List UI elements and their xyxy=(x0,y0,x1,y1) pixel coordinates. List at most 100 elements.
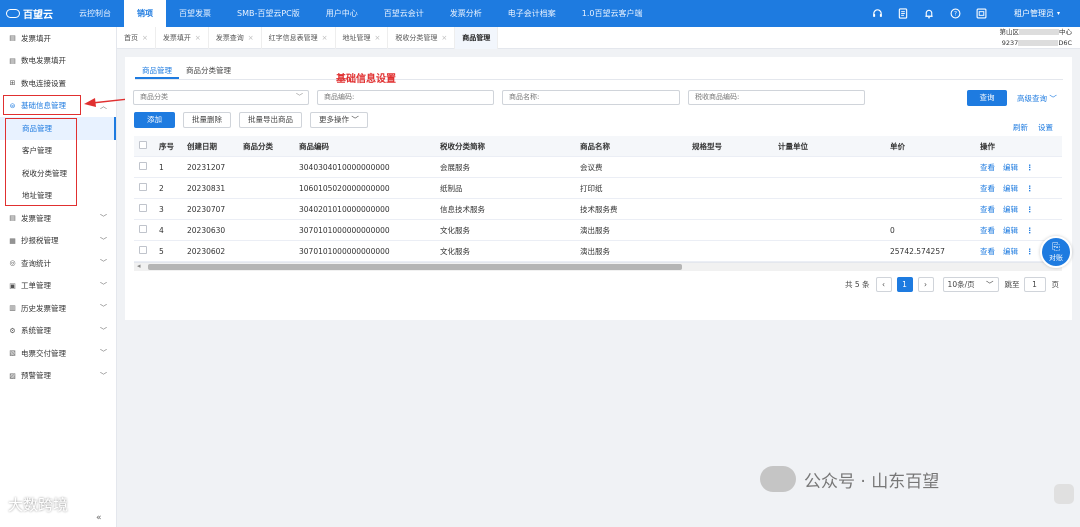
edit-link[interactable]: 编辑 xyxy=(1003,226,1018,235)
settings-link[interactable]: 设置 xyxy=(1038,122,1053,133)
more-options-icon[interactable]: ⋮ xyxy=(1026,247,1034,256)
top-nav-bar: 百望云 云控制台 销项 百望发票 SMB-百望云PC版 用户中心 百望云会计 发… xyxy=(0,0,1080,27)
sidebar-item-invoice-issue[interactable]: ▤ 发票填开 xyxy=(0,27,116,50)
page-size-select[interactable]: 10条/页 ﹀ xyxy=(942,277,999,292)
table-cell-code: 3040304010000000000 xyxy=(299,162,390,172)
reconcile-float-button[interactable]: ⎘ 对账 xyxy=(1040,236,1072,268)
table-cell-tax: 会展服务 xyxy=(440,162,470,172)
view-link[interactable]: 查看 xyxy=(980,205,995,214)
collapse-sidebar-icon[interactable]: « xyxy=(96,513,102,523)
close-icon[interactable]: × xyxy=(441,34,447,42)
user-menu[interactable]: 租户管理员 ▾ xyxy=(994,0,1080,27)
headset-icon[interactable] xyxy=(864,0,890,27)
add-button[interactable]: 添加 xyxy=(134,112,175,128)
close-icon[interactable]: × xyxy=(248,34,254,42)
nav-client-1[interactable]: 1.0百望云客户端 xyxy=(569,0,656,27)
close-icon[interactable]: × xyxy=(142,34,148,42)
next-page-button[interactable]: › xyxy=(917,277,934,292)
bell-icon[interactable] xyxy=(916,0,942,27)
product-code-input[interactable]: 商品编码: xyxy=(317,90,494,105)
scroll-left-icon[interactable]: ◂ xyxy=(137,262,141,270)
row-checkbox[interactable] xyxy=(139,204,147,212)
help-icon[interactable]: ? xyxy=(942,0,968,27)
calendar-icon[interactable] xyxy=(968,0,994,27)
tab-home[interactable]: 首页 × xyxy=(117,26,156,49)
tab-red-info[interactable]: 红字信息表管理 × xyxy=(262,26,336,49)
pagination: 共 5 条 ‹ 1 › 10条/页 ﹀ 跳至 1 页 xyxy=(845,277,1059,292)
table-row: 2 20230831 1060105020000000000 纸制品 打印纸 查看 编辑 ⋮ xyxy=(134,178,1062,199)
tab-label: 地址管理 xyxy=(342,33,371,42)
nav-accounting[interactable]: 百望云会计 xyxy=(371,0,437,27)
sidebar-item-ticket[interactable]: ▣ 工单管理 ﹀ xyxy=(0,275,116,298)
row-checkbox[interactable] xyxy=(139,183,147,191)
product-category-select[interactable]: 商品分类 ﹀ xyxy=(133,90,309,105)
tax-code-input[interactable]: 税收商品编码: xyxy=(688,90,865,105)
sidebar-item-tax-filing[interactable]: ▦ 抄报税管理 ﹀ xyxy=(0,230,116,253)
row-checkbox[interactable] xyxy=(139,246,147,254)
sidebar-item-customer-management[interactable]: 客户管理 xyxy=(0,140,116,163)
view-link[interactable]: 查看 xyxy=(980,247,995,256)
edit-link[interactable]: 编辑 xyxy=(1003,205,1018,214)
edit-link[interactable]: 编辑 xyxy=(1003,247,1018,256)
page-number-current[interactable]: 1 xyxy=(896,277,913,292)
sidebar-item-invoice-management[interactable]: ▤ 发票管理 ﹀ xyxy=(0,207,116,230)
tab-invoice-query[interactable]: 发票查询 × xyxy=(209,26,262,49)
select-all-checkbox[interactable] xyxy=(139,141,147,149)
more-options-icon[interactable]: ⋮ xyxy=(1026,226,1034,235)
more-options-icon[interactable]: ⋮ xyxy=(1026,184,1034,193)
view-link[interactable]: 查看 xyxy=(980,163,995,172)
jump-page-input[interactable]: 1 xyxy=(1023,277,1046,292)
edit-link[interactable]: 编辑 xyxy=(1003,163,1018,172)
tab-tax-category[interactable]: 税收分类管理 × xyxy=(388,26,456,49)
tab-address[interactable]: 地址管理 × xyxy=(336,26,389,49)
tenant-id-prefix: 9237 xyxy=(1001,39,1019,47)
document-icon[interactable] xyxy=(890,0,916,27)
tab-product-management[interactable]: 商品管理 xyxy=(135,63,179,79)
tab-product-category[interactable]: 商品分类管理 xyxy=(179,63,238,79)
table-cell-name: 会议费 xyxy=(580,162,603,172)
sidebar-item-tax-category[interactable]: 税收分类管理 xyxy=(0,162,116,185)
nav-sales[interactable]: 销项 xyxy=(124,0,166,27)
app-logo[interactable]: 百望云 xyxy=(0,0,66,27)
nav-console[interactable]: 云控制台 xyxy=(66,0,124,27)
batch-delete-button[interactable]: 批量删除 xyxy=(183,112,231,128)
query-button[interactable]: 查询 xyxy=(967,90,1007,106)
refresh-link[interactable]: 刷新 xyxy=(1013,122,1028,133)
view-link[interactable]: 查看 xyxy=(980,226,995,235)
sidebar-item-product-management[interactable]: 商品管理 xyxy=(0,117,116,140)
column-header: 单价 xyxy=(890,141,905,151)
sidebar-item-alert[interactable]: ▨ 预警管理 ﹀ xyxy=(0,365,116,388)
nav-invoice-analysis[interactable]: 发票分析 xyxy=(437,0,495,27)
prev-page-button[interactable]: ‹ xyxy=(875,277,892,292)
column-header: 商品名称 xyxy=(580,141,610,151)
tab-invoice-issue[interactable]: 发票填开 × xyxy=(156,26,209,49)
sidebar-item-system[interactable]: ⚙ 系统管理 ﹀ xyxy=(0,320,116,343)
sidebar-item-e-delivery[interactable]: ▧ 电票交付管理 ﹀ xyxy=(0,342,116,365)
nav-baiwang-invoice[interactable]: 百望发票 xyxy=(166,0,224,27)
nav-e-archive[interactable]: 电子会计档案 xyxy=(495,0,569,27)
sidebar-item-digital-invoice[interactable]: ▤ 数电发票填开 xyxy=(0,50,116,73)
row-checkbox[interactable] xyxy=(139,225,147,233)
more-options-icon[interactable]: ⋮ xyxy=(1026,163,1034,172)
nav-smb-pc[interactable]: SMB-百望云PC版 xyxy=(224,0,313,27)
sidebar-item-address[interactable]: 地址管理 xyxy=(0,185,116,208)
row-checkbox[interactable] xyxy=(139,162,147,170)
sidebar-item-history-invoice[interactable]: ▥ 历史发票管理 ﹀ xyxy=(0,297,116,320)
scrollbar-thumb[interactable] xyxy=(148,264,682,270)
close-icon[interactable]: × xyxy=(322,34,328,42)
view-link[interactable]: 查看 xyxy=(980,184,995,193)
nav-user-center[interactable]: 用户中心 xyxy=(313,0,371,27)
tab-label: 发票查询 xyxy=(215,33,244,42)
batch-export-button[interactable]: 批量导出商品 xyxy=(239,112,302,128)
tab-product[interactable]: 商品管理 xyxy=(455,26,499,49)
edit-link[interactable]: 编辑 xyxy=(1003,184,1018,193)
product-name-input[interactable]: 商品名称: xyxy=(502,90,680,105)
horizontal-scrollbar[interactable]: ◂ xyxy=(134,262,1062,271)
more-actions-button[interactable]: 更多操作 ﹀ xyxy=(310,112,368,128)
close-icon[interactable]: × xyxy=(195,34,201,42)
close-icon[interactable]: × xyxy=(375,34,381,42)
advanced-query-link[interactable]: 高级查询 ﹀ xyxy=(1017,93,1057,104)
table-row: 1 20231207 3040304010000000000 会展服务 会议费 查看 编辑 ⋮ xyxy=(134,157,1062,178)
sidebar-item-query-stats[interactable]: ◎ 查询统计 ﹀ xyxy=(0,252,116,275)
more-options-icon[interactable]: ⋮ xyxy=(1026,205,1034,214)
